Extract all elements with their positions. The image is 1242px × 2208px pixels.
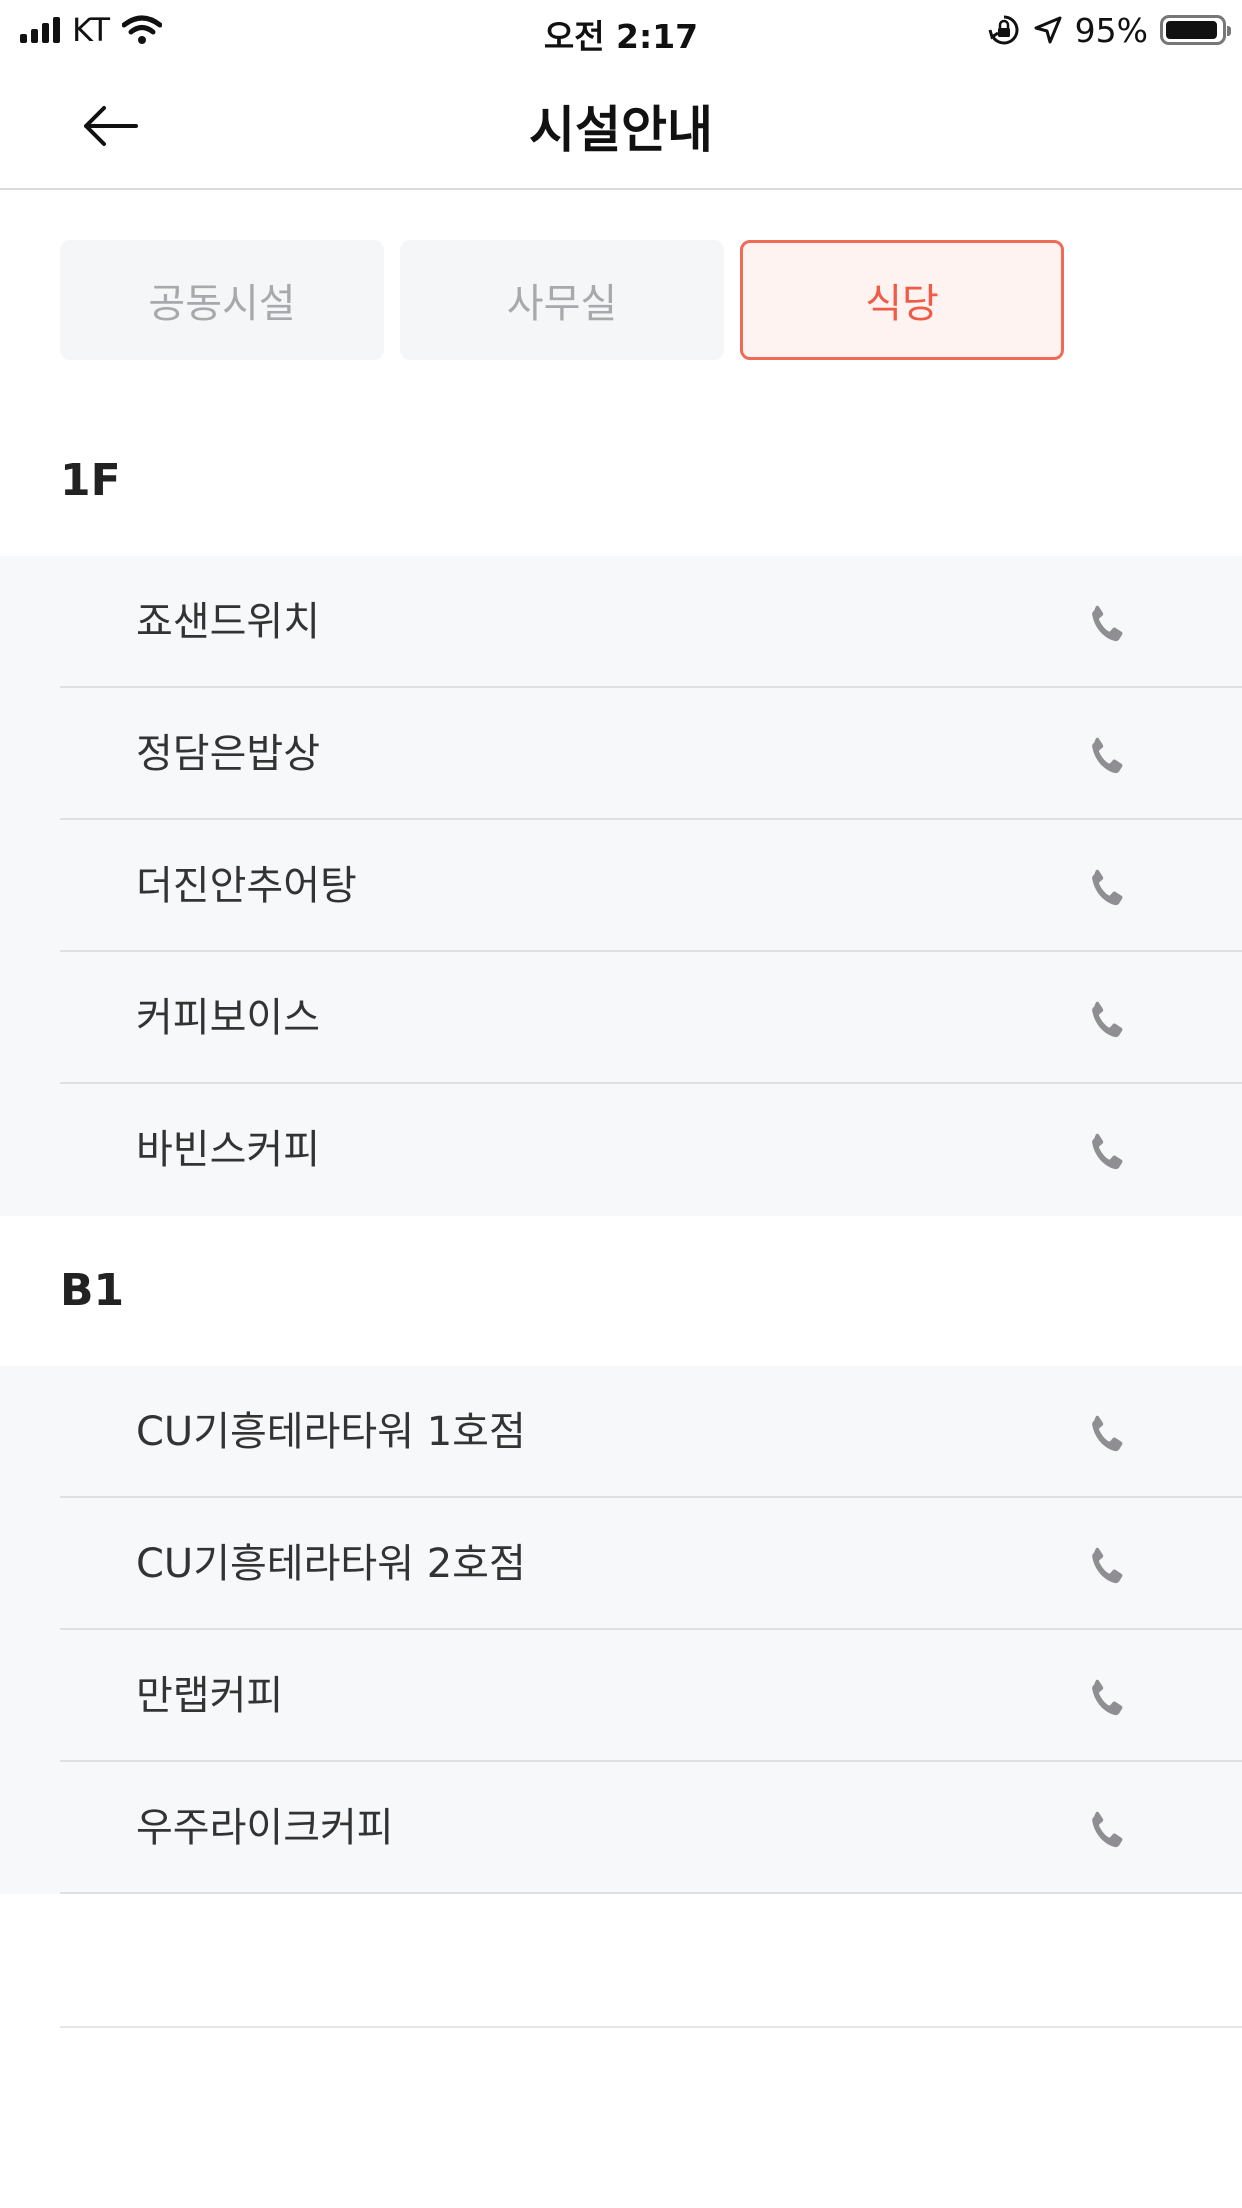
phone-icon[interactable]	[1084, 1806, 1128, 1854]
battery-percent: 95%	[1074, 10, 1148, 50]
list-item[interactable]: CU기흥테라타워 1호점	[0, 1366, 1242, 1498]
list-item[interactable]: 커피보이스	[0, 952, 1242, 1084]
phone-icon[interactable]	[1084, 1128, 1128, 1176]
phone-icon[interactable]	[1084, 1674, 1128, 1722]
category-tabs: 공동시설 사무실 식당	[60, 240, 1064, 360]
phone-icon[interactable]	[1084, 732, 1128, 780]
list-item[interactable]: CU기흥테라타워 2호점	[0, 1498, 1242, 1630]
status-right: 95%	[987, 10, 1231, 50]
phone-icon[interactable]	[1084, 600, 1128, 648]
tab-restaurant[interactable]: 식당	[740, 240, 1064, 360]
page-title: 시설안내	[529, 101, 713, 159]
battery-icon	[1160, 15, 1231, 45]
floor-heading-1f: 1F	[60, 455, 121, 506]
status-bar: KT 오전 2:17 95%	[0, 0, 1242, 62]
phone-icon[interactable]	[1084, 1542, 1128, 1590]
facility-name: 만랩커피	[136, 1673, 284, 1719]
facility-name: 정담은밥상	[136, 731, 320, 777]
facility-name: 더진안추어탕	[136, 863, 357, 909]
facility-name: 죠샌드위치	[136, 599, 320, 645]
divider-line	[60, 2026, 1242, 2028]
navigation-bar: 시설안내	[0, 62, 1242, 190]
list-item[interactable]: 우주라이크커피	[0, 1762, 1242, 1894]
list-item[interactable]: 정담은밥상	[0, 688, 1242, 820]
tab-common-facilities[interactable]: 공동시설	[60, 240, 384, 360]
phone-icon[interactable]	[1084, 996, 1128, 1044]
orientation-lock-icon	[988, 15, 1019, 45]
facility-name: 커피보이스	[136, 995, 320, 1041]
facility-name: 우주라이크커피	[136, 1805, 394, 1851]
tab-office[interactable]: 사무실	[400, 240, 724, 360]
phone-icon[interactable]	[1084, 1410, 1128, 1458]
phone-icon[interactable]	[1084, 864, 1128, 912]
facility-name: 바빈스커피	[136, 1127, 320, 1173]
location-arrow-icon	[1034, 16, 1062, 44]
facility-name: CU기흥테라타워 2호점	[136, 1541, 526, 1587]
list-item[interactable]: 더진안추어탕	[0, 820, 1242, 952]
facility-list-1f: 죠샌드위치 정담은밥상 더진안추어탕 커피보이스 바빈스커피	[0, 556, 1242, 1216]
list-item[interactable]: 만랩커피	[0, 1630, 1242, 1762]
list-item[interactable]: 바빈스커피	[0, 1084, 1242, 1216]
list-item[interactable]: 죠샌드위치	[0, 556, 1242, 688]
facility-name: CU기흥테라타워 1호점	[136, 1409, 526, 1455]
facility-list-b1: CU기흥테라타워 1호점 CU기흥테라타워 2호점 만랩커피 우주라이크커피	[0, 1366, 1242, 1894]
floor-heading-b1: B1	[60, 1265, 125, 1316]
